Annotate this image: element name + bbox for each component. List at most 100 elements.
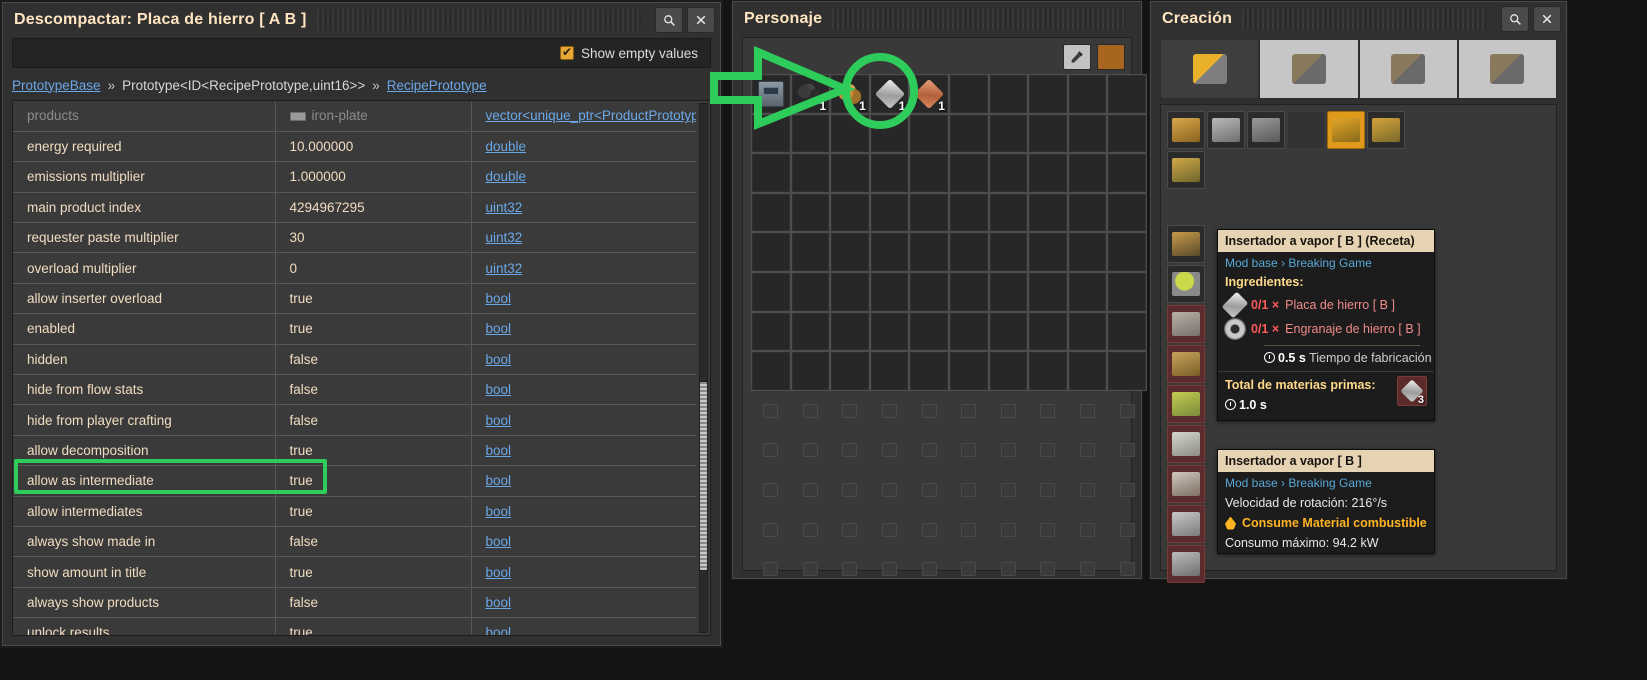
slot-iron-chest[interactable] bbox=[1207, 111, 1245, 149]
property-type-link[interactable]: bool bbox=[486, 625, 512, 635]
inventory-slot[interactable] bbox=[790, 192, 831, 233]
recipe-wood-box[interactable] bbox=[1167, 345, 1205, 383]
inventory-slot[interactable] bbox=[790, 153, 831, 193]
tab-intermediate[interactable] bbox=[1358, 39, 1458, 99]
inventory-slot[interactable] bbox=[1107, 311, 1147, 352]
inventory-slot[interactable] bbox=[790, 351, 831, 391]
inventory-slot[interactable] bbox=[948, 351, 989, 391]
inventory-slot[interactable] bbox=[988, 113, 1029, 154]
table-row[interactable]: allow intermediates true bool bbox=[13, 496, 696, 527]
inventory-slot[interactable] bbox=[869, 113, 910, 154]
inventory-slot[interactable] bbox=[869, 232, 910, 272]
inventory-slot[interactable] bbox=[1067, 74, 1108, 114]
table-row[interactable]: energy required 10.000000 double bbox=[13, 131, 696, 163]
property-type-link[interactable]: uint32 bbox=[486, 230, 523, 245]
table-row[interactable]: allow inserter overload true bool bbox=[13, 283, 696, 315]
inventory-slot[interactable] bbox=[1028, 74, 1068, 114]
inventory-slot[interactable] bbox=[790, 113, 831, 154]
inventory-slot[interactable] bbox=[909, 113, 949, 154]
close-button[interactable] bbox=[687, 7, 715, 33]
crafting-drag-handle[interactable] bbox=[1242, 8, 1487, 30]
inventory-slot[interactable] bbox=[948, 153, 989, 193]
recipe-grey-machine[interactable] bbox=[1167, 505, 1205, 543]
table-row[interactable]: allow decomposition true bool bbox=[13, 435, 696, 467]
inventory-slot[interactable] bbox=[751, 192, 791, 233]
inventory-slot[interactable] bbox=[1067, 192, 1108, 233]
inventory-slot[interactable] bbox=[830, 232, 870, 272]
property-type-link[interactable]: bool bbox=[486, 321, 512, 336]
table-row[interactable]: hide from flow stats false bool bbox=[13, 374, 696, 406]
inventory-slot[interactable] bbox=[909, 192, 949, 233]
crafting-close-button[interactable] bbox=[1533, 6, 1561, 32]
property-type-link[interactable]: bool bbox=[486, 595, 512, 610]
checkbox-checked-icon[interactable] bbox=[559, 45, 574, 60]
property-type-link[interactable]: bool bbox=[486, 443, 512, 458]
table-row[interactable]: requester paste multiplier 30 uint32 bbox=[13, 222, 696, 254]
property-type-link[interactable]: double bbox=[486, 169, 527, 184]
inventory-slot[interactable]: 1 bbox=[909, 74, 949, 114]
inventory-slot[interactable] bbox=[1067, 113, 1108, 154]
inventory-slot[interactable] bbox=[1107, 74, 1147, 114]
inventory-slot[interactable] bbox=[790, 271, 831, 312]
tab-combat[interactable] bbox=[1457, 39, 1557, 99]
inventory-slot[interactable] bbox=[790, 232, 831, 272]
property-type-link[interactable]: bool bbox=[486, 413, 512, 428]
inventory-slot[interactable] bbox=[751, 311, 791, 352]
inventory-slot[interactable] bbox=[1107, 232, 1147, 272]
table-row[interactable]: main product index 4294967295 uint32 bbox=[13, 192, 696, 224]
recipe-pumpjack[interactable] bbox=[1167, 225, 1205, 263]
slot-fast-inserter[interactable] bbox=[1167, 151, 1205, 189]
slot-long-inserter[interactable] bbox=[1367, 111, 1405, 149]
inventory-slot[interactable] bbox=[1107, 192, 1147, 233]
property-type-link[interactable]: bool bbox=[486, 473, 512, 488]
inventory-slot[interactable] bbox=[909, 351, 949, 391]
inventory-slot[interactable] bbox=[909, 311, 949, 352]
inventory-slot[interactable] bbox=[751, 113, 791, 154]
inventory-slot[interactable]: 1 bbox=[790, 74, 831, 114]
scrollbar-thumb[interactable] bbox=[699, 381, 708, 571]
table-row[interactable]: emissions multiplier 1.000000 double bbox=[13, 161, 696, 193]
table-row[interactable]: hide from player crafting false bool bbox=[13, 404, 696, 436]
inventory-slot[interactable] bbox=[948, 192, 989, 233]
inventory-slot[interactable] bbox=[869, 192, 910, 233]
inventory-slot[interactable] bbox=[988, 232, 1029, 272]
property-type-link[interactable]: uint32 bbox=[486, 261, 523, 276]
recipe-assembler2[interactable] bbox=[1167, 545, 1205, 583]
show-empty-values-toggle[interactable]: Show empty values bbox=[559, 45, 698, 61]
property-type-link[interactable]: bool bbox=[486, 565, 512, 580]
inventory-slot[interactable] bbox=[909, 153, 949, 193]
table-row[interactable]: always show made in false bool bbox=[13, 526, 696, 558]
character-drag-handle[interactable] bbox=[832, 8, 1126, 30]
slot-wooden-chest[interactable] bbox=[1167, 111, 1205, 149]
inventory-slot[interactable] bbox=[1067, 311, 1108, 352]
inventory-slot[interactable] bbox=[869, 271, 910, 312]
inventory-slot[interactable] bbox=[948, 271, 989, 312]
recipe-lamp[interactable] bbox=[1167, 265, 1205, 303]
crafting-search-button[interactable] bbox=[1501, 6, 1529, 32]
inventory-slot[interactable] bbox=[1107, 351, 1147, 391]
recipe-green-machine[interactable] bbox=[1167, 385, 1205, 423]
recipe-drill[interactable] bbox=[1167, 425, 1205, 463]
inventory-slot[interactable] bbox=[948, 232, 989, 272]
slot-inserter[interactable] bbox=[1327, 111, 1365, 149]
table-row[interactable]: overload multiplier 0 uint32 bbox=[13, 252, 696, 284]
inventory-slot[interactable] bbox=[830, 351, 870, 391]
inventory-slot[interactable] bbox=[1107, 113, 1147, 154]
recipe-steam-inserter[interactable] bbox=[1167, 465, 1205, 503]
table-row[interactable]: hidden false bool bbox=[13, 344, 696, 376]
property-type-link[interactable]: bool bbox=[486, 534, 512, 549]
property-type-link[interactable]: double bbox=[486, 139, 527, 154]
inventory-slot[interactable] bbox=[909, 271, 949, 312]
property-type-link[interactable]: bool bbox=[486, 352, 512, 367]
inventory-slot[interactable] bbox=[988, 74, 1029, 114]
table-row[interactable]: enabled true bool bbox=[13, 313, 696, 345]
search-button[interactable] bbox=[655, 7, 683, 33]
property-type-link[interactable]: uint32 bbox=[486, 200, 523, 215]
property-type-link[interactable]: bool bbox=[486, 291, 512, 306]
inventory-slot[interactable]: 1 bbox=[830, 74, 870, 114]
table-row[interactable]: show amount in title true bool bbox=[13, 556, 696, 588]
inventory-slot[interactable] bbox=[1067, 153, 1108, 193]
inventory-slot[interactable] bbox=[751, 232, 791, 272]
property-type-link[interactable]: bool bbox=[486, 382, 512, 397]
inventory-slot[interactable] bbox=[830, 192, 870, 233]
